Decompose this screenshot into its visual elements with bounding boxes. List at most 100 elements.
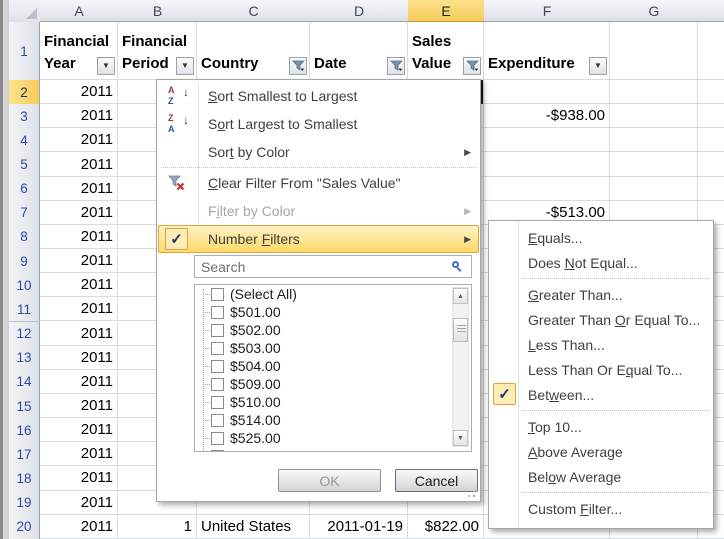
cell-partial-3[interactable] <box>698 104 724 128</box>
filter-button-C[interactable] <box>289 57 307 75</box>
cell-A3[interactable]: 2011 <box>40 104 118 128</box>
header-cell-date[interactable]: Date <box>310 22 408 80</box>
submenu-item-greater-than[interactable]: Greater Than... <box>489 282 713 307</box>
column-header-B[interactable]: B <box>118 0 198 22</box>
menu-item-sort-smallest-to-largest[interactable]: AZ↓Sort Smallest to Largest <box>158 82 479 110</box>
filter-value-select-all[interactable]: (Select All) <box>195 285 471 303</box>
checkbox[interactable] <box>211 306 224 319</box>
header-cell-financial-period[interactable]: Financial Period▼ <box>118 22 197 80</box>
cell-A15[interactable]: 2011 <box>40 394 118 418</box>
cell-A5[interactable]: 2011 <box>40 152 118 176</box>
checkbox[interactable] <box>211 360 224 373</box>
column-header-D[interactable]: D <box>310 0 409 22</box>
checkbox[interactable] <box>211 414 224 427</box>
column-header-C[interactable]: C <box>197 0 311 22</box>
cell-G4[interactable] <box>610 128 698 152</box>
menu-item-clear-filter-from-sales-value[interactable]: Clear Filter From "Sales Value" <box>158 169 479 197</box>
filter-value-509-00[interactable]: $509.00 <box>195 375 471 393</box>
cell-A17[interactable]: 2011 <box>40 442 118 466</box>
row-header-14[interactable]: 14 <box>9 370 40 395</box>
cell-A6[interactable]: 2011 <box>40 177 118 201</box>
cell-A11[interactable]: 2011 <box>40 297 118 321</box>
cell-A19[interactable]: 2011 <box>40 491 118 515</box>
cell-F4[interactable] <box>484 128 610 152</box>
cell-A8[interactable]: 2011 <box>40 225 118 249</box>
cell-partial-4[interactable] <box>698 128 724 152</box>
header-cell-financial-year[interactable]: Financial Year▼ <box>40 22 118 80</box>
cell-partial-5[interactable] <box>698 152 724 176</box>
cell-A2[interactable]: 2011 <box>40 80 118 104</box>
row-header-5[interactable]: 5 <box>9 152 40 177</box>
submenu-item-does-not-equal[interactable]: Does Not Equal... <box>489 250 713 275</box>
cell-G2[interactable] <box>610 80 698 104</box>
header-cell-empty-G[interactable] <box>610 22 698 80</box>
row-header-10[interactable]: 10 <box>9 273 40 298</box>
resize-grip[interactable] <box>473 495 475 497</box>
filter-value-525-00[interactable]: $525.00 <box>195 429 471 447</box>
header-cell-country[interactable]: Country <box>197 22 310 80</box>
column-header-A[interactable]: A <box>40 0 119 22</box>
cell-partial-2[interactable] <box>698 80 724 104</box>
cancel-button[interactable]: Cancel <box>395 469 478 492</box>
filter-value-502-00[interactable]: $502.00 <box>195 321 471 339</box>
cell-A18[interactable]: 2011 <box>40 466 118 490</box>
cell-A4[interactable]: 2011 <box>40 128 118 152</box>
submenu-item-between[interactable]: ✓Between... <box>489 382 713 407</box>
checkbox[interactable] <box>211 450 224 453</box>
row-header-16[interactable]: 16 <box>9 418 40 443</box>
search-input[interactable] <box>195 256 471 277</box>
scroll-up-button[interactable]: ▲ <box>453 288 468 304</box>
select-all-corner[interactable] <box>9 0 41 23</box>
row-header-7[interactable]: 7 <box>9 201 40 226</box>
column-header-partial[interactable] <box>698 0 724 22</box>
cell-A10[interactable]: 2011 <box>40 273 118 297</box>
cell-A12[interactable]: 2011 <box>40 322 118 346</box>
menu-item-number-filters[interactable]: ✓Number Filters▶ <box>158 225 479 253</box>
row-header-1[interactable]: 1 <box>9 22 40 81</box>
row-header-13[interactable]: 13 <box>9 346 40 371</box>
submenu-item-top-10[interactable]: Top 10... <box>489 414 713 439</box>
ok-button[interactable]: OK <box>278 469 381 492</box>
column-header-F[interactable]: F <box>484 0 611 22</box>
cell-E20[interactable]: $822.00 <box>408 515 484 539</box>
filter-button-E[interactable] <box>463 57 481 75</box>
checkbox[interactable] <box>211 324 224 337</box>
row-header-15[interactable]: 15 <box>9 394 40 419</box>
submenu-item-below-average[interactable]: Below Average <box>489 464 713 489</box>
row-header-19[interactable]: 19 <box>9 491 40 516</box>
cell-A14[interactable]: 2011 <box>40 370 118 394</box>
search-icon[interactable] <box>452 261 464 273</box>
column-header-E[interactable]: E <box>408 0 485 22</box>
header-cell-empty-partial[interactable] <box>698 22 724 80</box>
row-header-4[interactable]: 4 <box>9 128 40 153</box>
checkbox[interactable] <box>211 288 224 301</box>
list-scrollbar[interactable]: ▲ ▼ <box>452 287 469 447</box>
cell-F2[interactable] <box>484 80 610 104</box>
cell-G3[interactable] <box>610 104 698 128</box>
cell-A20[interactable]: 2011 <box>40 515 118 539</box>
cell-A7[interactable]: 2011 <box>40 201 118 225</box>
filter-button-B[interactable]: ▼ <box>176 57 194 75</box>
cell-A9[interactable]: 2011 <box>40 249 118 273</box>
cell-F5[interactable] <box>484 152 610 176</box>
menu-item-filter-by-color[interactable]: Filter by Color▶ <box>158 197 479 225</box>
header-cell-expenditure[interactable]: Expenditure▼ <box>484 22 610 80</box>
submenu-item-custom-filter[interactable]: Custom Filter... <box>489 496 713 521</box>
cell-B20[interactable]: 1 <box>118 515 197 539</box>
row-header-20[interactable]: 20 <box>9 515 40 539</box>
filter-button-F[interactable]: ▼ <box>589 57 607 75</box>
row-header-3[interactable]: 3 <box>9 104 40 129</box>
checkbox[interactable] <box>211 342 224 355</box>
filter-value-514-00[interactable]: $514.00 <box>195 411 471 429</box>
checkbox[interactable] <box>211 432 224 445</box>
row-header-17[interactable]: 17 <box>9 442 40 467</box>
row-header-12[interactable]: 12 <box>9 322 40 347</box>
row-header-9[interactable]: 9 <box>9 249 40 274</box>
row-header-2[interactable]: 2 <box>9 80 40 105</box>
row-header-18[interactable]: 18 <box>9 466 40 491</box>
submenu-item-greater-than-or-equal-to[interactable]: Greater Than Or Equal To... <box>489 307 713 332</box>
row-header-11[interactable]: 11 <box>9 297 40 322</box>
menu-item-sort-largest-to-smallest[interactable]: ZA↓Sort Largest to Smallest <box>158 110 479 138</box>
filter-value-503-00[interactable]: $503.00 <box>195 339 471 357</box>
scroll-thumb[interactable] <box>453 318 468 342</box>
